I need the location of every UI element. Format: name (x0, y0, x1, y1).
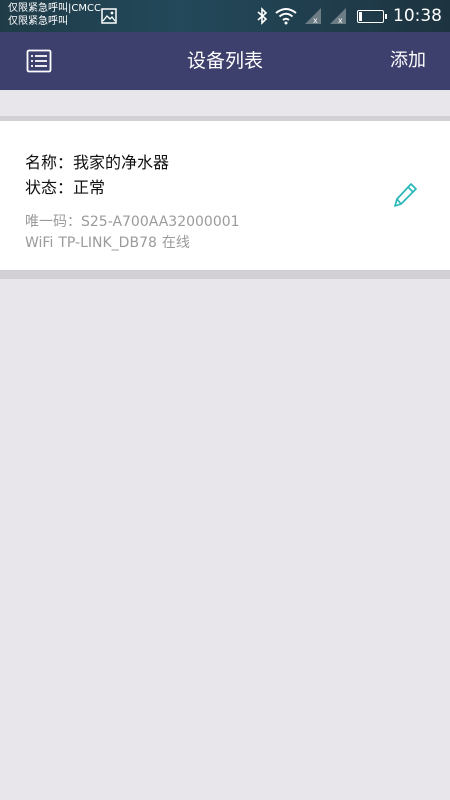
wifi-icon (275, 8, 297, 25)
online-status: 在线 (161, 235, 190, 251)
status-icons: x x 10:38 (256, 5, 442, 27)
signal-icon: x (305, 8, 321, 25)
device-network-row: WiFi TP-LINK_DB78 在线 (25, 232, 190, 252)
device-name: 我家的净水器 (73, 153, 170, 172)
network-name: TP-LINK_DB78 (58, 235, 157, 251)
carrier-info: 仅限紧急呼叫|CMCC 仅限紧急呼叫 (8, 2, 101, 28)
carrier-line-1: 仅限紧急呼叫|CMCC (8, 3, 101, 14)
app-header: 设备列表 添加 (0, 32, 450, 90)
device-state-row: 状态：正常 (25, 174, 105, 198)
network-label: WiFi (25, 235, 54, 251)
page-title: 设备列表 (186, 50, 263, 72)
carrier-line-2: 仅限紧急呼叫 (8, 16, 68, 27)
state-label: 状态： (25, 178, 74, 197)
device-card[interactable]: 名称：我家的净水器 状态：正常 唯一码：S25-A700AA32000001 W… (0, 121, 450, 270)
device-state: 正常 (73, 178, 106, 197)
battery-level (359, 11, 362, 21)
device-uid-row: 唯一码：S25-A700AA32000001 (25, 211, 240, 231)
image-icon (101, 8, 117, 24)
add-device-button[interactable]: 添加 (390, 32, 426, 90)
device-name-row: 名称：我家的净水器 (25, 149, 169, 173)
signal-icon: x (330, 8, 346, 25)
svg-text:x: x (338, 16, 343, 25)
uid-label: 唯一码： (25, 214, 81, 230)
device-uid: S25-A700AA32000001 (81, 214, 240, 230)
svg-text:x: x (313, 16, 318, 25)
battery-icon (357, 9, 387, 23)
status-bar: 仅限紧急呼叫|CMCC 仅限紧急呼叫 x x 10:38 (0, 0, 450, 32)
divider (0, 270, 450, 279)
name-label: 名称： (25, 153, 74, 172)
status-time: 10:38 (393, 6, 442, 26)
pencil-icon[interactable] (391, 181, 419, 209)
bluetooth-icon (257, 7, 268, 25)
